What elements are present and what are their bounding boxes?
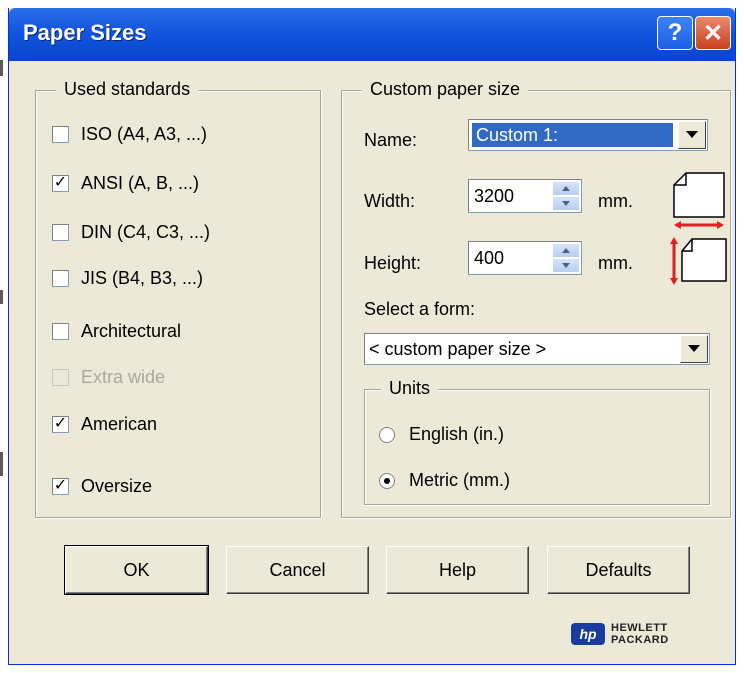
checkbox-label: DIN (C4, C3, ...) <box>81 221 211 242</box>
checkbox-iso[interactable]: ISO (A4, A3, ...) <box>52 123 207 145</box>
units-legend: Units <box>381 378 439 399</box>
width-spinbox[interactable]: 3200 <box>468 179 582 213</box>
width-value: 3200 <box>474 186 515 206</box>
checkbox-box[interactable] <box>52 223 69 241</box>
chevron-up-icon <box>562 248 570 253</box>
name-dropdown-value: Custom 1: <box>472 123 673 147</box>
custom-paper-size-legend: Custom paper size <box>362 79 529 100</box>
checkbox-architectural[interactable]: Architectural <box>52 320 181 342</box>
radio-button[interactable] <box>379 426 395 443</box>
hp-logo-icon: hp <box>571 623 605 645</box>
height-spin-buttons[interactable] <box>552 243 580 273</box>
chevron-down-icon <box>688 345 700 352</box>
cancel-button[interactable]: Cancel <box>226 546 369 594</box>
units-group: Units English (in.) Metric (mm.) <box>364 378 710 505</box>
checkbox-oversize[interactable]: ✓ Oversize <box>52 475 152 497</box>
checkbox-box[interactable] <box>52 125 69 143</box>
height-unit: mm. <box>598 253 633 273</box>
chevron-down-icon <box>562 263 570 268</box>
checkbox-jis[interactable]: JIS (B4, B3, ...) <box>52 267 203 289</box>
checkbox-label: ISO (A4, A3, ...) <box>81 123 208 144</box>
hp-logo-line2: PACKARD <box>611 634 669 646</box>
paper-sizes-dialog: Paper Sizes ? ✕ Used standards ISO (A4, … <box>8 8 736 665</box>
checkbox-box-checked[interactable]: ✓ <box>52 477 69 495</box>
chevron-up-icon <box>562 186 570 191</box>
hp-logo: hp HEWLETT PACKARD <box>571 622 669 646</box>
spin-down-button[interactable] <box>552 258 580 273</box>
checkbox-box-checked[interactable]: ✓ <box>52 174 69 192</box>
width-spin-buttons[interactable] <box>552 181 580 211</box>
checkbox-label: Architectural <box>81 320 182 341</box>
name-dropdown[interactable]: Custom 1: <box>468 119 708 151</box>
checkbox-box[interactable] <box>52 269 69 287</box>
checkbox-label: JIS (B4, B3, ...) <box>81 267 204 288</box>
custom-paper-size-group: Custom paper size Name: Custom 1: Width:… <box>341 79 731 518</box>
width-label: Width: <box>364 191 416 211</box>
radio-english[interactable]: English (in.) <box>379 424 504 445</box>
radio-label: English (in.) <box>409 424 505 444</box>
form-dropdown[interactable]: < custom paper size > <box>364 333 710 365</box>
form-dropdown-value: < custom paper size > <box>369 339 547 359</box>
checkbox-label: Extra wide <box>81 366 166 387</box>
name-label: Name: <box>364 130 418 150</box>
chevron-down-icon <box>562 201 570 206</box>
close-button[interactable]: ✕ <box>695 16 731 50</box>
backdrop-edge <box>0 452 3 476</box>
checkbox-american[interactable]: ✓ American <box>52 413 157 435</box>
checkbox-box-disabled <box>52 368 69 386</box>
form-dropdown-button[interactable] <box>680 335 708 363</box>
ok-button[interactable]: OK <box>64 545 209 595</box>
radio-button-selected[interactable] <box>379 472 395 489</box>
radio-label: Metric (mm.) <box>409 470 510 490</box>
checkbox-label: ANSI (A, B, ...) <box>81 172 200 193</box>
used-standards-group: Used standards ISO (A4, A3, ...) ✓ ANSI … <box>35 79 321 518</box>
spin-down-button[interactable] <box>552 196 580 211</box>
close-icon: ✕ <box>702 19 724 47</box>
backdrop-edge <box>0 60 3 76</box>
question-icon: ? <box>667 19 683 46</box>
checkbox-box-checked[interactable]: ✓ <box>52 415 69 433</box>
hp-logo-line1: HEWLETT <box>611 622 668 634</box>
checkbox-label: Oversize <box>81 475 153 496</box>
chevron-down-icon <box>686 131 698 138</box>
checkbox-box[interactable] <box>52 322 69 340</box>
hp-logo-text: HEWLETT PACKARD <box>611 622 669 646</box>
select-form-label: Select a form: <box>364 299 476 319</box>
used-standards-legend: Used standards <box>56 79 199 100</box>
checkbox-label: American <box>81 413 158 434</box>
help-title-button[interactable]: ? <box>657 16 693 50</box>
title-bar[interactable]: Paper Sizes ? ✕ <box>9 8 735 61</box>
defaults-button[interactable]: Defaults <box>547 546 690 594</box>
spin-up-button[interactable] <box>552 243 580 258</box>
help-button[interactable]: Help <box>386 546 529 594</box>
radio-metric[interactable]: Metric (mm.) <box>379 470 510 491</box>
height-label: Height: <box>364 253 422 273</box>
backdrop-edge <box>0 290 3 304</box>
dialog-title: Paper Sizes <box>23 20 147 45</box>
checkbox-ansi[interactable]: ✓ ANSI (A, B, ...) <box>52 172 199 194</box>
checkbox-din[interactable]: DIN (C4, C3, ...) <box>52 221 210 243</box>
name-dropdown-button[interactable] <box>678 121 706 149</box>
height-spinbox[interactable]: 400 <box>468 241 582 275</box>
checkbox-extra-wide: Extra wide <box>52 366 165 388</box>
paper-height-icon <box>670 237 727 285</box>
paper-width-icon <box>673 172 725 229</box>
width-unit: mm. <box>598 191 633 211</box>
height-value: 400 <box>474 248 505 268</box>
spin-up-button[interactable] <box>552 181 580 196</box>
